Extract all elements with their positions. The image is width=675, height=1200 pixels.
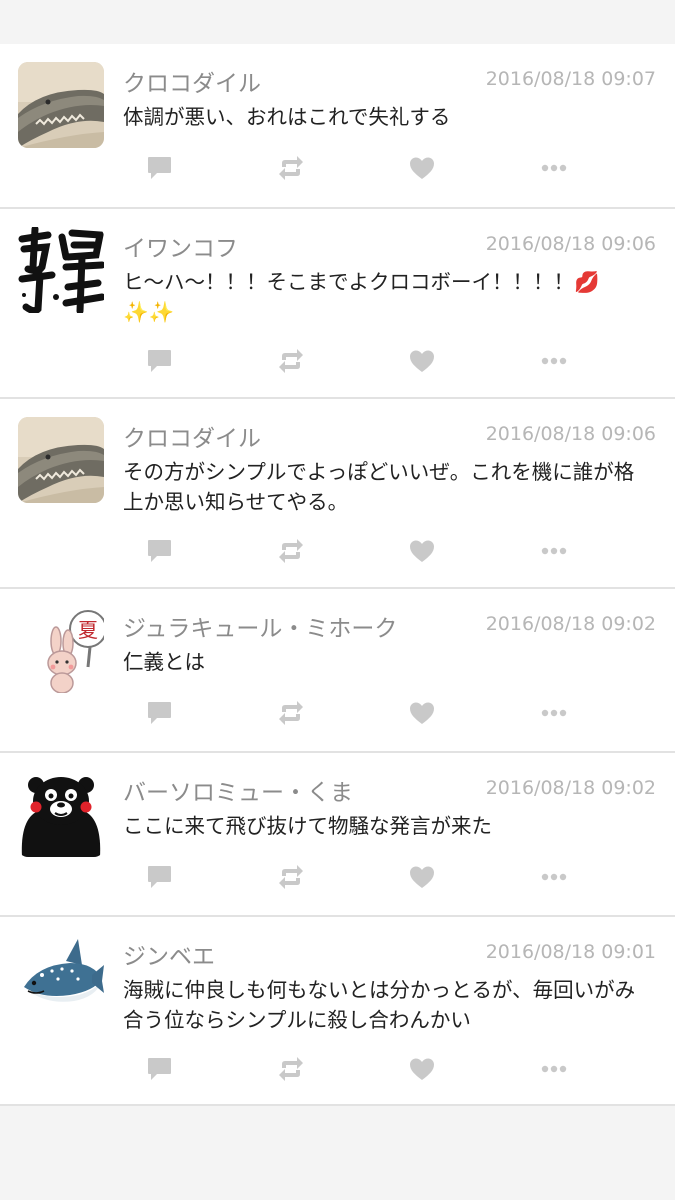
more-button[interactable] [534,341,574,381]
more-button[interactable] [534,857,574,897]
like-button[interactable] [402,693,442,733]
retweet-button[interactable] [271,148,311,188]
post[interactable]: ジンベエ 2016/08/18 09:01 海賊に仲良しも何もないとは分かっとる… [0,917,675,1106]
comment-icon [145,154,173,182]
more-button[interactable] [534,693,574,733]
retweet-button[interactable] [271,857,311,897]
more-button[interactable] [534,1049,574,1089]
post-timestamp: 2016/08/18 09:06 [485,233,656,255]
post-author-name[interactable]: クロコダイル [123,64,261,98]
reply-button[interactable] [139,857,179,897]
avatar-crocodile[interactable] [18,417,104,503]
like-button[interactable] [402,341,442,381]
reply-button[interactable] [139,1049,179,1089]
repost-icon [277,699,305,727]
reply-button[interactable] [139,148,179,188]
post-timestamp: 2016/08/18 09:02 [485,777,656,799]
like-button[interactable] [402,857,442,897]
avatar-crocodile[interactable] [18,62,104,148]
avatar-bear[interactable] [18,771,104,857]
more-icon [540,537,568,565]
heart-icon [408,863,436,891]
avatar-calligraphy[interactable] [18,227,104,313]
more-button[interactable] [534,531,574,571]
post-author-name[interactable]: ジンベエ [123,937,215,971]
post-text: その方がシンプルでよっぽどいいぜ。これを機に誰が格上か思い知らせてやる。 [123,460,635,514]
reply-button[interactable] [139,531,179,571]
comment-icon [145,1055,173,1083]
post-text: 海賊に仲良しも何もないとは分かっとるが、毎回いがみ合う位ならシンプルに殺し合わん… [123,978,636,1032]
repost-icon [277,537,305,565]
more-icon [540,863,568,891]
like-button[interactable] [402,1049,442,1089]
more-button[interactable] [534,148,574,188]
retweet-button[interactable] [271,341,311,381]
post[interactable]: クロコダイル 2016/08/18 09:06 その方がシンプルでよっぽどいいぜ… [0,399,675,589]
heart-icon [408,699,436,727]
post-actions [123,857,583,897]
post-author-name[interactable]: ジュラキュール・ミホーク [123,609,397,643]
heart-icon [408,154,436,182]
post-timestamp: 2016/08/18 09:01 [485,941,656,963]
post-actions [123,1049,583,1089]
like-button[interactable] [402,531,442,571]
post-text: ここに来て飛び抜けて物騒な発言が来た [123,814,492,838]
avatar-whale-shark[interactable] [18,935,104,1021]
post-author-name[interactable]: イワンコフ [123,229,238,263]
heart-icon [408,537,436,565]
repost-icon [277,154,305,182]
post-author-name[interactable]: クロコダイル [123,419,261,453]
post-actions [123,531,583,571]
post[interactable]: バーソロミュー・くま 2016/08/18 09:02 ここに来て飛び抜けて物騒… [0,753,675,917]
retweet-button[interactable] [271,693,311,733]
more-icon [540,699,568,727]
comment-icon [145,347,173,375]
comment-icon [145,863,173,891]
like-button[interactable] [402,148,442,188]
retweet-button[interactable] [271,531,311,571]
comment-icon [145,537,173,565]
post-actions [123,148,583,188]
heart-icon [408,347,436,375]
post-actions [123,341,583,381]
post-author-name[interactable]: バーソロミュー・くま [123,773,353,807]
avatar-bunny[interactable] [18,607,104,693]
reply-button[interactable] [139,693,179,733]
post-text: 仁義とは [123,650,205,674]
post-timestamp: 2016/08/18 09:02 [485,613,656,635]
repost-icon [277,863,305,891]
more-icon [540,154,568,182]
top-bar [0,0,675,44]
repost-icon [277,347,305,375]
more-icon [540,347,568,375]
post[interactable]: ジュラキュール・ミホーク 2016/08/18 09:02 仁義とは [0,589,675,753]
more-icon [540,1055,568,1083]
post[interactable]: イワンコフ 2016/08/18 09:06 ヒ〜ハ〜！！！そこまでよクロコボー… [0,209,675,399]
post-actions [123,693,583,733]
post-text: 体調が悪い、おれはこれで失礼する [123,105,451,129]
heart-icon [408,1055,436,1083]
post[interactable]: クロコダイル 2016/08/18 09:07 体調が悪い、おれはこれで失礼する [0,44,675,209]
comment-icon [145,699,173,727]
post-text: ヒ〜ハ〜！！！そこまでよクロコボーイ！！！！💋✨✨ [123,270,600,324]
repost-icon [277,1055,305,1083]
post-timestamp: 2016/08/18 09:07 [485,68,656,90]
timeline-feed: クロコダイル 2016/08/18 09:07 体調が悪い、おれはこれで失礼する… [0,44,675,1106]
retweet-button[interactable] [271,1049,311,1089]
post-timestamp: 2016/08/18 09:06 [485,423,656,445]
reply-button[interactable] [139,341,179,381]
